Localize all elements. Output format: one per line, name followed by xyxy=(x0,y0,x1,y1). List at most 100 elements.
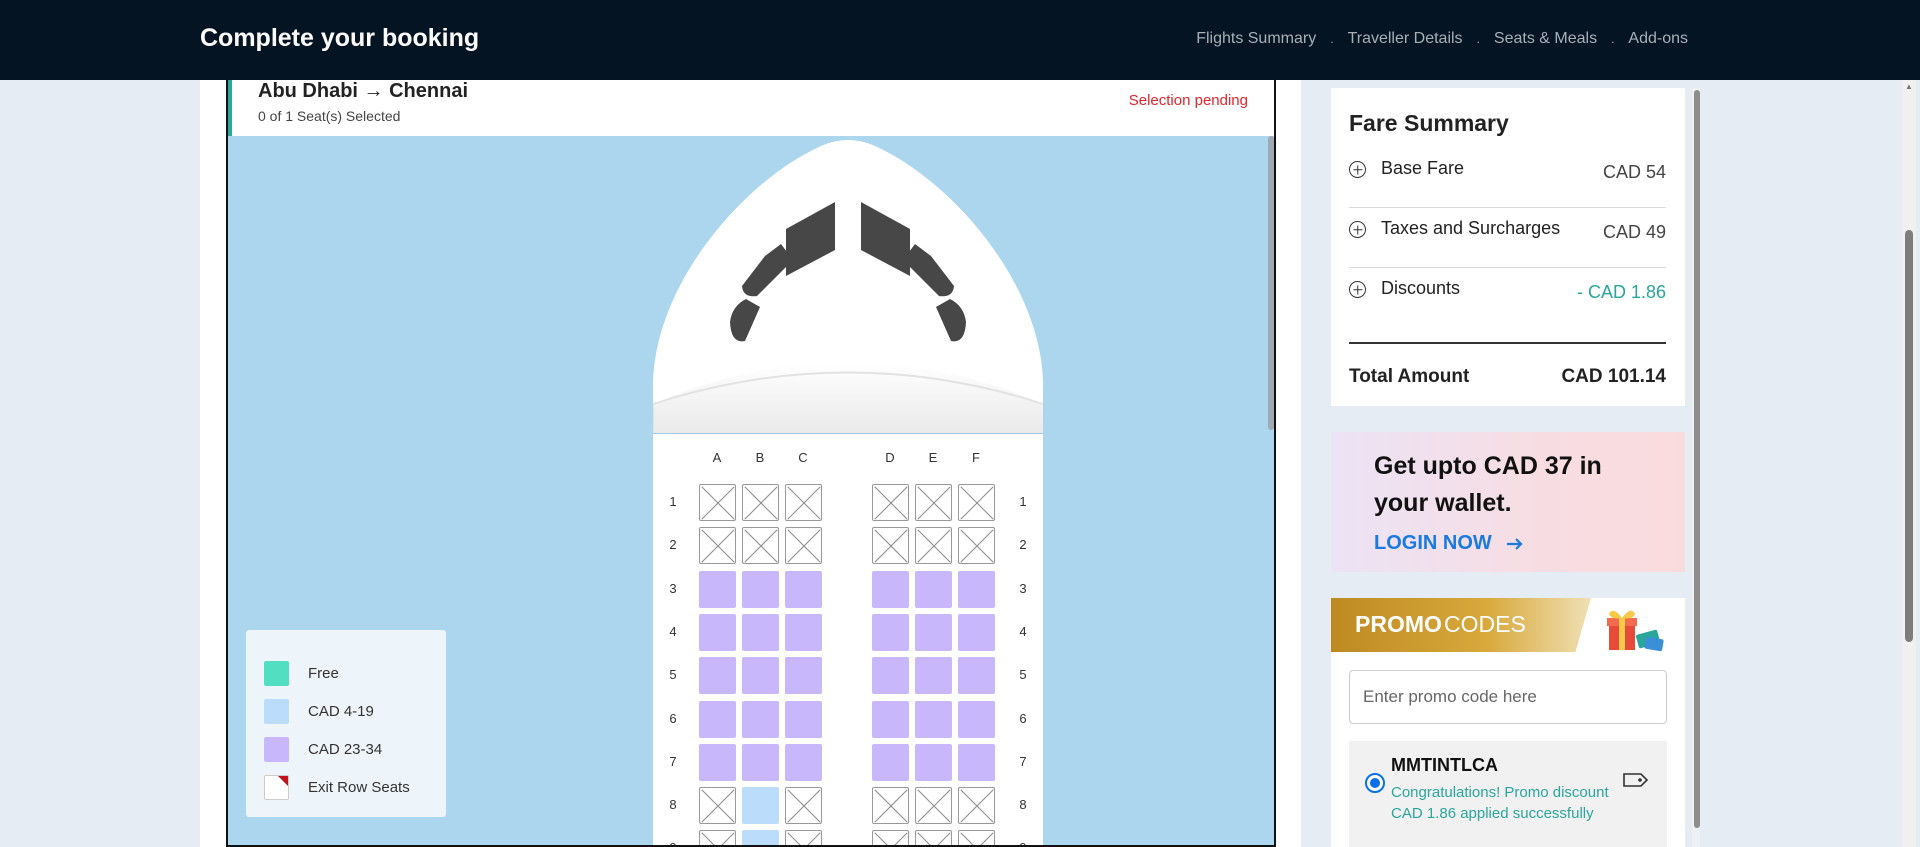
row-number: 5 xyxy=(669,667,677,683)
discounts-amount: - CAD 1.86 xyxy=(1576,282,1666,302)
seat-purple[interactable] xyxy=(958,570,995,608)
taxes-row[interactable]: Taxes and Surcharges CAD 49 xyxy=(1349,208,1666,268)
coupon-code: MMTINTLCA xyxy=(1391,755,1498,775)
seat-purple[interactable] xyxy=(915,657,952,695)
step-traveller-details[interactable]: Traveller Details xyxy=(1348,30,1463,48)
step-flights-summary[interactable]: Flights Summary xyxy=(1196,30,1316,48)
seat-legend: Free CAD 4-19 CAD 23-34 Exit Row Seats xyxy=(246,630,446,817)
wallet-offer-text: Get upto CAD 37 in your wallet. xyxy=(1374,452,1602,517)
column-label: B xyxy=(755,450,765,465)
page-scrollbar[interactable] xyxy=(1905,230,1913,642)
expand-plus-icon[interactable] xyxy=(1349,161,1366,178)
seat-purple[interactable] xyxy=(742,570,779,608)
seat-unavailable xyxy=(872,484,909,521)
expand-plus-icon[interactable] xyxy=(1349,221,1366,238)
coupon-tag-icon xyxy=(1623,773,1649,787)
seat-purple[interactable] xyxy=(742,743,779,781)
seat-blue[interactable] xyxy=(742,787,779,825)
column-label: E xyxy=(928,450,938,465)
top-header: Complete your booking Flights Summary . … xyxy=(0,0,1920,80)
total-amount-value: CAD 101.14 xyxy=(1561,366,1666,387)
promo-code-input[interactable] xyxy=(1349,670,1667,724)
seat-blue[interactable] xyxy=(742,830,779,845)
legend-label: Exit Row Seats xyxy=(308,778,410,796)
seat-unavailable xyxy=(742,484,779,521)
seat-purple[interactable] xyxy=(958,613,995,651)
seat-purple[interactable] xyxy=(872,700,909,738)
coupon-radio-selected[interactable] xyxy=(1365,773,1385,793)
seat-purple[interactable] xyxy=(915,570,952,608)
seat-purple[interactable] xyxy=(699,657,736,695)
seat-purple[interactable] xyxy=(958,743,995,781)
seat-purple[interactable] xyxy=(699,700,736,738)
seat-unavailable xyxy=(785,484,822,521)
scroll-up-arrow-icon[interactable]: ▲ xyxy=(1905,82,1913,91)
segment-header[interactable]: Abu Dhabi → Chennai 0 of 1 Seat(s) Selec… xyxy=(228,80,1274,136)
segment-route: Abu Dhabi → Chennai xyxy=(258,80,468,102)
seat-purple[interactable] xyxy=(742,657,779,695)
seat-purple[interactable] xyxy=(872,613,909,651)
promo-codes-card: PROMO CODES MMTINTLCA Congratulations! P… xyxy=(1331,598,1685,847)
seat-purple[interactable] xyxy=(915,700,952,738)
cabin-seat-grid: A B C D E F 1 1 2 2 3 3 4 4 5 5 6 6 7 7 8 8 9 9 xyxy=(653,433,1043,845)
seat-purple[interactable] xyxy=(785,700,822,738)
seat-purple[interactable] xyxy=(872,743,909,781)
low-price-seat-swatch xyxy=(264,698,289,724)
expand-plus-icon[interactable] xyxy=(1349,281,1366,298)
row-number: 8 xyxy=(669,797,677,813)
seat-unavailable xyxy=(785,527,822,565)
seat-unavailable xyxy=(699,787,736,825)
step-seats-meals[interactable]: Seats & Meals xyxy=(1494,30,1597,48)
seat-panel-scrollbar[interactable] xyxy=(1268,136,1274,430)
row-number: 9 xyxy=(1013,840,1033,845)
seat-unavailable xyxy=(699,484,736,521)
login-now-label: LOGIN NOW xyxy=(1374,532,1492,554)
wallet-offer-card: Get upto CAD 37 in your wallet. LOGIN NO… xyxy=(1331,432,1685,572)
seat-purple[interactable] xyxy=(785,613,822,651)
step-add-ons[interactable]: Add-ons xyxy=(1628,30,1688,48)
seat-unavailable xyxy=(958,830,995,845)
fare-summary-title: Fare Summary xyxy=(1349,110,1509,136)
row-number: 3 xyxy=(669,580,677,596)
seat-purple[interactable] xyxy=(958,700,995,738)
seat-purple[interactable] xyxy=(699,743,736,781)
base-fare-row[interactable]: Base Fare CAD 54 xyxy=(1349,148,1666,208)
row-number: 3 xyxy=(1019,580,1027,596)
applied-coupon[interactable]: MMTINTLCA Congratulations! Promo discoun… xyxy=(1349,741,1667,847)
seat-purple[interactable] xyxy=(785,570,822,608)
sidebar-scrollbar[interactable] xyxy=(1694,90,1700,828)
discounts-row[interactable]: Discounts - CAD 1.86 xyxy=(1349,268,1666,328)
fare-summary-card: Fare Summary Base Fare CAD 54 Taxes and … xyxy=(1331,88,1685,406)
free-seat-swatch xyxy=(264,660,289,686)
seat-selection-card: Abu Dhabi → Chennai 0 of 1 Seat(s) Selec… xyxy=(200,80,1301,847)
seat-purple[interactable] xyxy=(699,613,736,651)
row-number: 1 xyxy=(1019,494,1027,509)
seat-unavailable xyxy=(915,484,952,521)
legend-label: CAD 4-19 xyxy=(308,702,374,720)
legend-item-exit-row: Exit Row Seats xyxy=(264,768,428,806)
column-label: D xyxy=(885,450,895,465)
seat-purple[interactable] xyxy=(915,743,952,781)
step-separator: . xyxy=(1330,32,1334,46)
seat-purple[interactable] xyxy=(742,613,779,651)
seat-purple[interactable] xyxy=(699,570,736,608)
total-amount-row: Total Amount CAD 101.14 xyxy=(1349,342,1666,388)
seat-purple[interactable] xyxy=(958,657,995,695)
seat-purple[interactable] xyxy=(872,570,909,608)
total-amount-label: Total Amount xyxy=(1349,366,1470,387)
seat-unavailable xyxy=(872,830,909,845)
seat-unavailable xyxy=(872,787,909,825)
seat-purple[interactable] xyxy=(785,657,822,695)
row-number: 6 xyxy=(669,710,677,726)
step-separator: . xyxy=(1611,32,1615,46)
row-number: 1 xyxy=(669,494,677,509)
row-number: 5 xyxy=(1019,667,1027,683)
high-price-seat-swatch xyxy=(264,736,289,762)
seat-purple[interactable] xyxy=(872,657,909,695)
seat-purple[interactable] xyxy=(785,743,822,781)
login-now-link[interactable]: LOGIN NOW xyxy=(1374,532,1525,555)
seat-purple[interactable] xyxy=(742,700,779,738)
seat-purple[interactable] xyxy=(915,613,952,651)
arrow-right-icon xyxy=(1507,537,1523,550)
step-separator: . xyxy=(1476,32,1480,46)
